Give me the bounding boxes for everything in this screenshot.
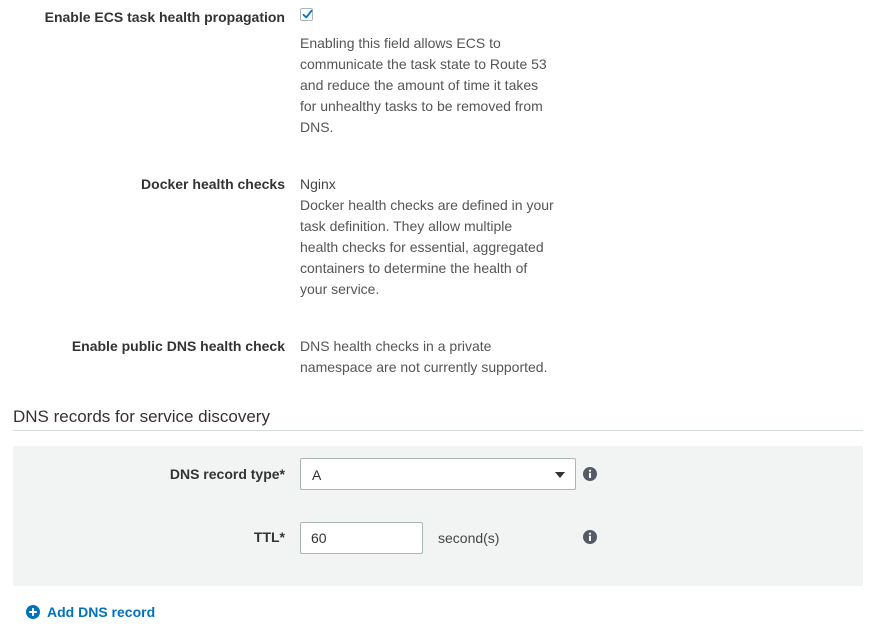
add-dns-record-label: Add DNS record <box>47 604 156 620</box>
description-line: your service. <box>300 281 380 297</box>
ttl-label: TTL* <box>253 529 285 545</box>
description-line: DNS health checks in a private <box>300 338 492 354</box>
description-line: communicate the task state to Route 53 <box>300 56 547 72</box>
description-line: health checks for essential, aggregated <box>300 239 544 255</box>
description-line: task definition. They allow multiple <box>300 218 513 234</box>
dns-record-type-select[interactable]: A <box>300 458 576 490</box>
public-dns-health-check-label: Enable public DNS health check <box>71 338 285 354</box>
dns-record-type-selected: A <box>312 467 322 483</box>
docker-health-checks-value: Nginx Docker health checks are defined i… <box>300 174 562 300</box>
docker-health-check-name: Nginx <box>300 176 336 192</box>
info-icon[interactable] <box>583 530 597 544</box>
description-line: Docker health checks are defined in your <box>300 197 554 213</box>
task-health-propagation-checkbox[interactable] <box>300 8 313 21</box>
dns-records-section-title: DNS records for service discovery <box>13 407 270 426</box>
add-dns-record-link[interactable]: Add DNS record <box>26 604 155 620</box>
dns-record-type-label: DNS record type* <box>169 466 285 482</box>
docker-health-checks-label: Docker health checks <box>141 176 285 192</box>
section-divider <box>13 430 863 431</box>
description-line: for unhealthy tasks to be removed from <box>300 98 543 114</box>
description-line: Enabling this field allows ECS to <box>300 35 501 51</box>
description-line: and reduce the amount of time it takes <box>300 77 539 93</box>
ttl-input[interactable] <box>300 522 423 554</box>
description-line: DNS. <box>300 119 334 135</box>
description-line: namespace are not currently supported. <box>300 359 548 375</box>
ttl-unit: second(s) <box>438 530 500 546</box>
plus-circle-icon <box>26 605 40 619</box>
task-health-propagation-label: Enable ECS task health propagation <box>44 9 285 25</box>
check-icon <box>302 9 313 19</box>
public-dns-health-check-description: DNS health checks in a private namespace… <box>300 336 562 378</box>
info-icon[interactable] <box>583 467 597 481</box>
description-line: containers to determine the health of <box>300 260 528 276</box>
task-health-propagation-description: Enabling this field allows ECS to commun… <box>300 33 562 138</box>
caret-down-icon <box>555 472 565 478</box>
